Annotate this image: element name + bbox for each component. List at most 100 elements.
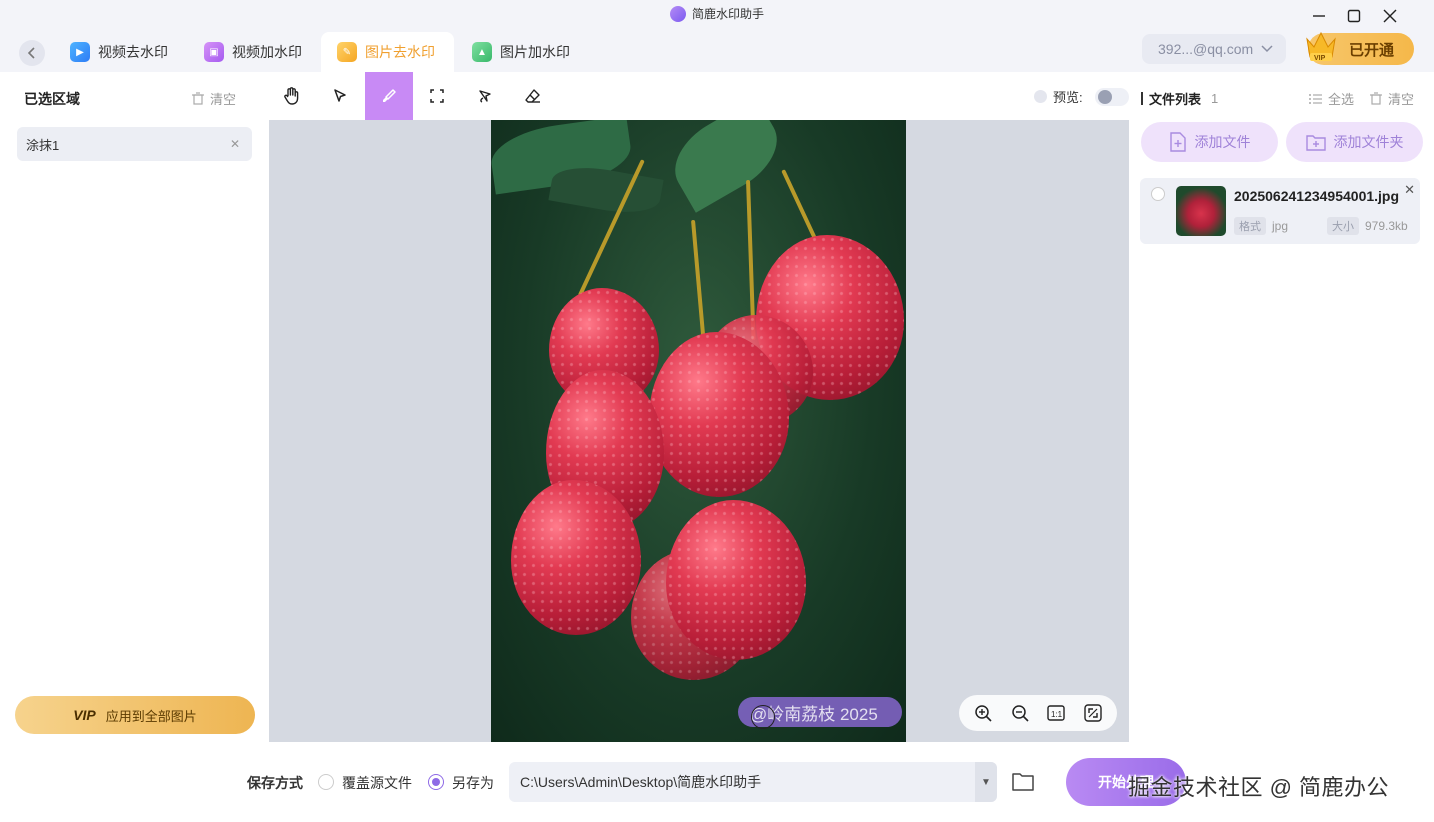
save-as-label[interactable]: 另存为 (452, 773, 494, 793)
add-folder-button[interactable]: 添加文件夹 (1286, 122, 1423, 162)
minimize-button[interactable] (1309, 6, 1329, 26)
folder-icon (1012, 773, 1034, 791)
app-logo-icon (670, 5, 686, 22)
zoom-controls: 1:1 (959, 695, 1117, 731)
leaf (660, 120, 792, 213)
leaf (548, 160, 664, 220)
clear-label: 清空 (1388, 92, 1415, 107)
stem (691, 219, 707, 350)
rect-select-icon (430, 89, 444, 103)
dropdown-arrow-icon[interactable]: ▼ (975, 762, 997, 802)
zoom-in-button[interactable] (972, 702, 994, 724)
close-button[interactable] (1380, 6, 1400, 26)
zoom-in-icon (975, 705, 992, 722)
file-name: 202506241234954001.jpg (1234, 188, 1400, 204)
back-button[interactable] (19, 40, 45, 66)
file-count: 1 (1211, 91, 1219, 106)
clear-regions-button[interactable]: 清空 (192, 89, 236, 108)
overwrite-label[interactable]: 覆盖源文件 (342, 773, 412, 793)
size-tag: 大小 (1327, 217, 1359, 235)
maximize-button[interactable] (1344, 6, 1364, 26)
add-folder-label: 添加文件夹 (1333, 134, 1404, 150)
edit-toolbar: 预览: (268, 72, 1130, 120)
region-item[interactable]: 涂抹1 ✕ (17, 127, 252, 161)
actual-size-button[interactable]: 1:1 (1045, 702, 1067, 724)
lasso-tool-button[interactable] (461, 72, 509, 120)
file-list-title: 文件列表 (1149, 92, 1202, 107)
tab-image-add-watermark[interactable]: ▲ 图片加水印 (456, 32, 586, 72)
list-check-icon (1309, 93, 1322, 104)
maximize-icon (1347, 9, 1361, 23)
tab-video-add-watermark[interactable]: ▣ 视频加水印 (188, 32, 318, 72)
tab-video-remove-watermark[interactable]: ▶ 视频去水印 (54, 32, 184, 72)
fit-screen-icon (1084, 704, 1102, 722)
eraser-tool-button[interactable] (509, 72, 557, 120)
cursor-arrow-icon (334, 89, 346, 102)
apply-to-all-button[interactable]: VIP 应用到全部图片 (15, 696, 255, 734)
output-path-value: C:\Users\Admin\Desktop\简鹿水印助手 (520, 774, 762, 790)
actual-size-icon: 1:1 (1047, 705, 1065, 721)
image-add-icon: ▲ (472, 42, 492, 62)
video-add-icon: ▣ (204, 42, 224, 62)
file-list-header: 文件列表 1 (1141, 89, 1218, 108)
site-watermark: 掘金技术社区 @ 简鹿办公 (1128, 775, 1390, 800)
hand-icon (284, 87, 299, 105)
toggle-knob (1097, 89, 1112, 104)
account-dropdown[interactable]: 392...@qq.com (1142, 34, 1286, 64)
save-as-radio[interactable] (428, 774, 444, 790)
rect-select-tool-button[interactable] (413, 72, 461, 120)
format-tag: 格式 (1234, 217, 1266, 235)
brush-cursor-icon (751, 705, 775, 729)
size-value: 979.3kb (1365, 219, 1408, 233)
region-label: 涂抹1 (26, 137, 60, 153)
select-all-label: 全选 (1328, 92, 1355, 107)
title-bar: 简鹿水印助手 (0, 0, 1434, 32)
lychee-photo: @岭南荔枝 2025 (491, 120, 906, 742)
clear-files-button[interactable]: 清空 (1370, 89, 1414, 108)
tab-label: 图片去水印 (365, 44, 435, 60)
preview-toggle-group: 预览: (1034, 87, 1129, 106)
fit-screen-button[interactable] (1082, 702, 1104, 724)
file-size: 大小 979.3kb (1327, 217, 1408, 235)
image-remove-icon: ✎ (337, 42, 357, 62)
close-icon (1383, 9, 1397, 23)
title-marker (1141, 92, 1143, 105)
brush-icon (383, 89, 396, 102)
preview-toggle[interactable] (1094, 87, 1129, 106)
zoom-out-icon (1012, 705, 1029, 722)
video-remove-icon: ▶ (70, 42, 90, 62)
output-path-select[interactable]: C:\Users\Admin\Desktop\简鹿水印助手 ▼ (509, 762, 997, 802)
hand-tool-button[interactable] (268, 72, 316, 120)
add-file-button[interactable]: 添加文件 (1141, 122, 1278, 162)
chevron-down-icon (1261, 42, 1273, 56)
add-folder-icon (1305, 135, 1326, 151)
trash-icon (1370, 92, 1382, 105)
image-canvas[interactable]: @岭南荔枝 2025 1:1 (269, 120, 1129, 742)
selected-regions-panel: 已选区域 清空 涂抹1 ✕ VIP 应用到全部图片 (0, 72, 268, 742)
file-select-checkbox[interactable] (1151, 187, 1165, 201)
svg-text:VIP: VIP (1314, 55, 1326, 62)
svg-text:1:1: 1:1 (1051, 710, 1063, 719)
lasso-icon (479, 90, 491, 103)
minimize-icon (1313, 15, 1325, 17)
zoom-out-button[interactable] (1009, 702, 1031, 724)
format-value: jpg (1272, 219, 1289, 233)
vip-status-button[interactable]: VIP 已开通 (1306, 31, 1414, 65)
chevron-left-icon (27, 47, 35, 59)
vip-crown-icon: VIP (1306, 31, 1336, 62)
save-mode-label: 保存方式 (247, 775, 303, 791)
clear-label: 清空 (210, 92, 237, 107)
vip-label: 已开通 (1348, 41, 1394, 59)
tab-image-remove-watermark[interactable]: ✎ 图片去水印 (321, 32, 454, 72)
file-item[interactable]: 202506241234954001.jpg ✕ 格式 jpg 大小 979.3… (1140, 178, 1420, 244)
lychee-fruit (666, 500, 806, 660)
lychee-fruit (649, 332, 789, 497)
app-title-text: 简鹿水印助手 (692, 7, 765, 21)
remove-region-icon[interactable]: ✕ (230, 137, 240, 151)
open-folder-button[interactable] (1011, 770, 1035, 794)
remove-file-icon[interactable]: ✕ (1404, 182, 1415, 198)
select-all-button[interactable]: 全选 (1309, 89, 1354, 108)
overwrite-radio[interactable] (318, 774, 334, 790)
brush-tool-button[interactable] (365, 72, 413, 120)
select-tool-button[interactable] (316, 72, 364, 120)
